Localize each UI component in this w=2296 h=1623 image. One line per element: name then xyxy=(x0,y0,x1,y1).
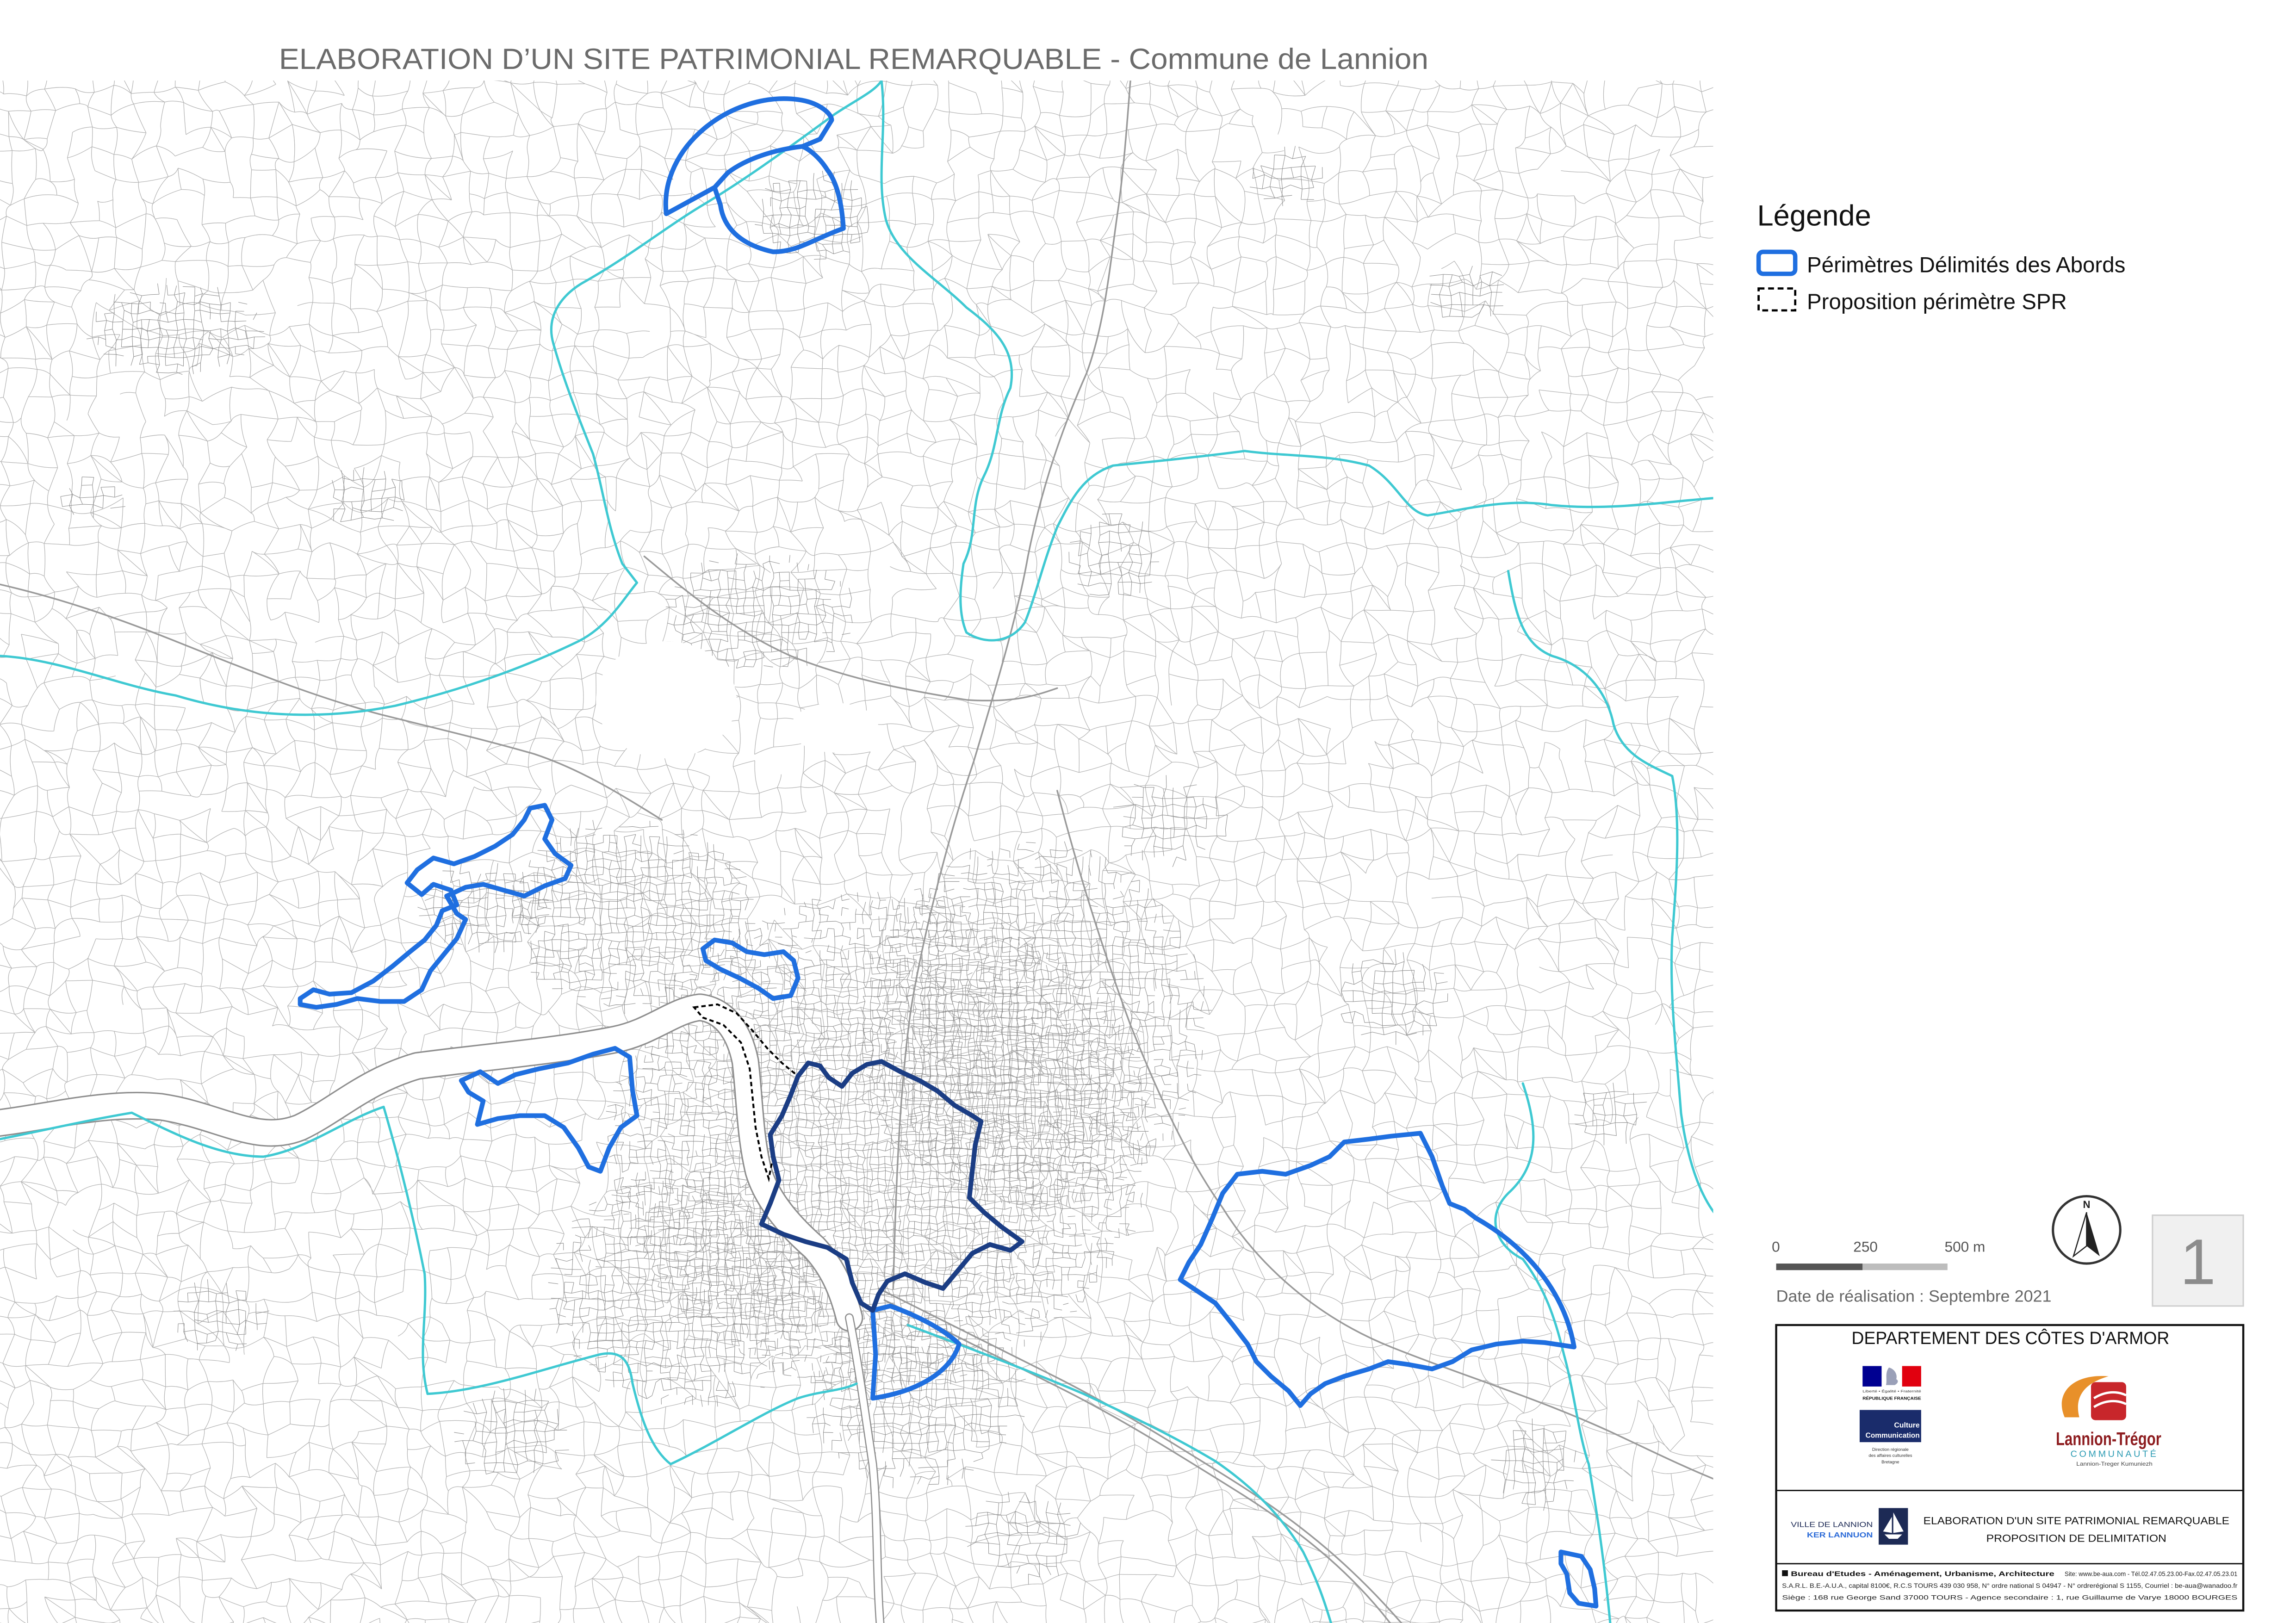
legend-label-spr: Proposition périmètre SPR xyxy=(1807,290,2067,314)
project-subtitle: PROPOSITION DE DELIMITATION xyxy=(1986,1532,2166,1544)
north-arrow-icon: N xyxy=(2052,1195,2122,1265)
open-land xyxy=(596,641,737,759)
lannion-tregor-breton: Lannion-Treger Kumuniezh xyxy=(2076,1461,2153,1467)
culture-caption-2: des affaires culturelles xyxy=(1868,1453,1912,1458)
map-sheet: ELABORATION D’UN SITE PATRIMONIAL REMARQ… xyxy=(0,43,2245,1623)
office-name: Bureau d'Etudes - Aménagement, Urbanisme… xyxy=(1791,1571,2054,1578)
marianne-motto: Liberté • Égalité • Fraternité xyxy=(1862,1389,1921,1394)
sheet-number: 1 xyxy=(2180,1226,2215,1298)
open-land xyxy=(790,703,879,753)
culture-caption-1: Direction régionale xyxy=(1872,1447,1909,1452)
scale-segment-light xyxy=(1862,1264,1948,1270)
map-background xyxy=(0,81,1713,1623)
sheet-number-box: 1 xyxy=(2152,1214,2244,1307)
map-area xyxy=(0,81,1713,1623)
lannion-tregor-name: Lannion-Trégor xyxy=(2056,1429,2161,1449)
ville-name: VILLE DE LANNION xyxy=(1791,1521,1873,1529)
legend-swatch-spr xyxy=(1757,287,1797,312)
scale-label-500: 500 m xyxy=(1945,1239,1986,1255)
culture-line1: Culture xyxy=(1894,1421,1920,1429)
lannion-tregor-sub: COMMUNAUTÉ xyxy=(2071,1450,2159,1459)
culture-logo-icon: Culture Communication Direction régional… xyxy=(1859,1410,1921,1465)
culture-line2: Communication xyxy=(1866,1432,1920,1440)
department-label: DEPARTEMENT DES CÔTES D'ARMOR xyxy=(1852,1328,2170,1348)
legend-label-abords: Périmètres Délimités des Abords xyxy=(1807,253,2125,278)
legend: Légende Périmètres Délimités des Abords … xyxy=(1756,199,2125,314)
page-title: ELABORATION D’UN SITE PATRIMONIAL REMARQ… xyxy=(279,43,1428,75)
scale-segment-dark xyxy=(1776,1264,1863,1270)
office-legal: S.A.R.L. B.E.-A.U.A., capital 8100€, R.C… xyxy=(1782,1582,2238,1589)
legend-heading: Légende xyxy=(1757,199,1871,232)
scale-label-0: 0 xyxy=(1772,1239,1780,1255)
north-label: N xyxy=(2083,1199,2090,1210)
scale-label-250: 250 xyxy=(1853,1239,1878,1255)
office-bullet-icon xyxy=(1782,1570,1788,1576)
office-address: Siège : 168 rue George Sand 37000 TOURS … xyxy=(1782,1594,2237,1601)
date-label: Date de réalisation : Septembre 2021 xyxy=(1776,1287,2052,1305)
culture-caption-3: Bretagne xyxy=(1881,1460,1899,1465)
ville-breton: KER LANNUON xyxy=(1807,1531,1873,1539)
office-contact: Site: www.be-aua.com - Tél.02.47.05.23.0… xyxy=(2065,1571,2237,1578)
project-title: ELABORATION D'UN SITE PATRIMONIAL REMARQ… xyxy=(1924,1515,2229,1526)
legend-swatch-abords xyxy=(1756,249,1798,276)
scale-bar: 0 250 500 m Date de réalisation : Septem… xyxy=(1772,1239,2051,1306)
marianne-name: RÉPUBLIQUE FRANÇAISE xyxy=(1862,1395,1921,1400)
office-info: Bureau d'Etudes - Aménagement, Urbanisme… xyxy=(1782,1570,2238,1601)
title-block: DEPARTEMENT DES CÔTES D'ARMOR Liberté • … xyxy=(1775,1324,2245,1612)
